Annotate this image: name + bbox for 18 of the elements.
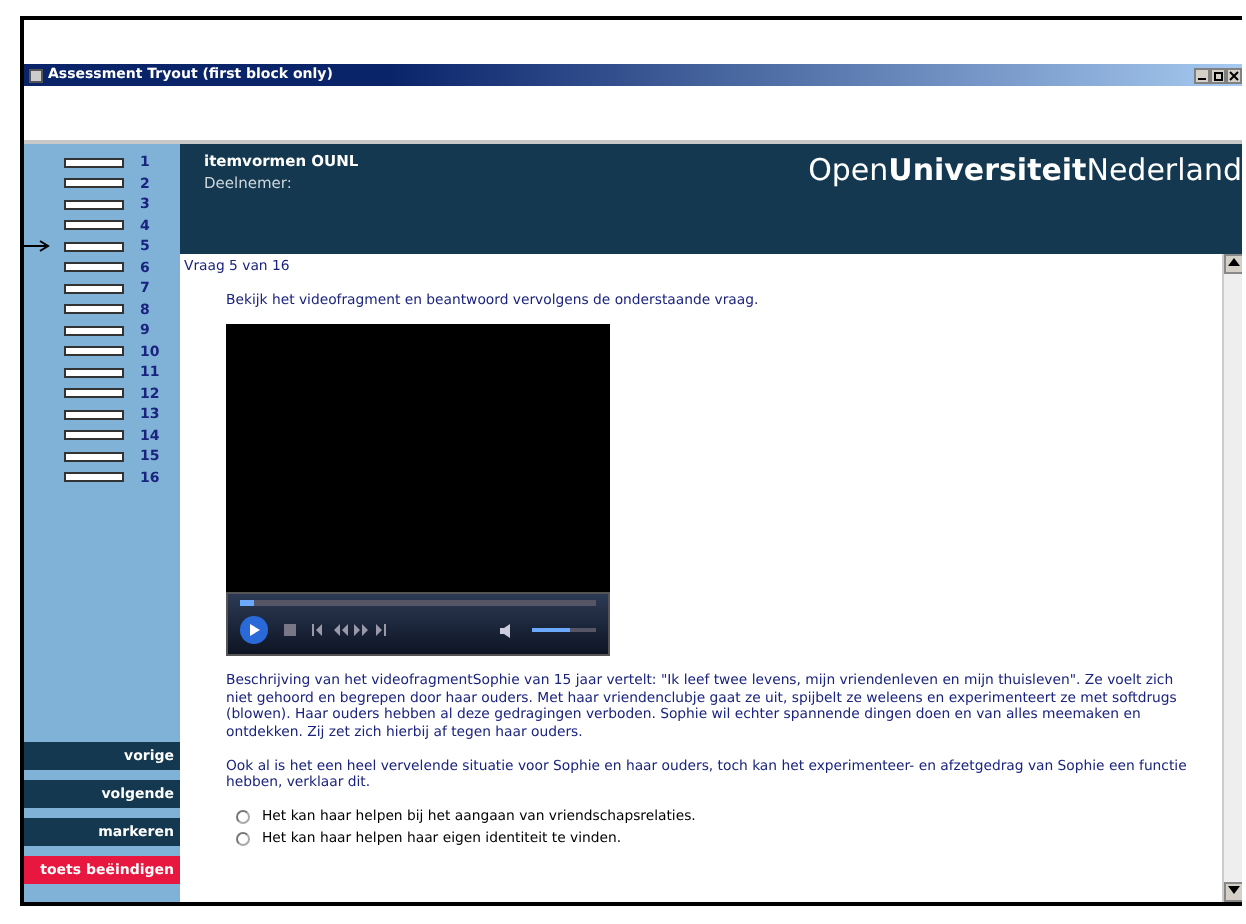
scroll-up-icon[interactable] [1228, 256, 1240, 269]
close-icon [1228, 69, 1240, 81]
logo-text: OpenUniversiteitNederland [808, 150, 1242, 190]
volume-track[interactable] [532, 628, 596, 633]
scrollbar[interactable] [1222, 254, 1242, 902]
play-icon[interactable] [240, 616, 268, 645]
volume-icon[interactable] [500, 623, 516, 638]
restore-icon [1212, 69, 1224, 81]
radio-button[interactable] [236, 809, 250, 824]
stop-icon[interactable] [284, 624, 296, 637]
close-button[interactable] [1226, 67, 1242, 83]
minimize-button[interactable] [1194, 67, 1210, 83]
playback-controls-icon[interactable] [312, 624, 392, 637]
volume-fill [532, 628, 571, 633]
seek-track[interactable] [240, 600, 596, 607]
restore-button[interactable] [1210, 67, 1226, 83]
radio-button[interactable] [236, 832, 250, 847]
scroll-down-icon[interactable] [1228, 884, 1240, 897]
